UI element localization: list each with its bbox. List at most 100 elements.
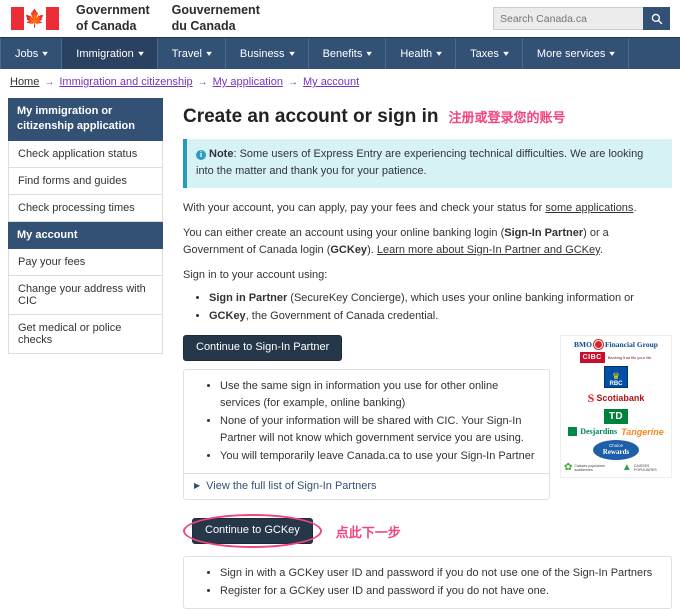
breadcrumb-item-home[interactable]: Home	[10, 76, 39, 88]
learn-more-link[interactable]: Learn more about Sign-In Partner and GCK…	[377, 244, 600, 256]
cibc-logo: CIBC Banking that fits your life.	[564, 351, 668, 363]
nav-item-label: Jobs	[15, 47, 39, 60]
nav-item-taxes[interactable]: Taxes ▾	[456, 38, 523, 69]
sidebar-item-change-your-address[interactable]: Change your address with CIC	[8, 276, 163, 316]
breadcrumb-item-my-application[interactable]: My application	[213, 76, 283, 88]
continue-to-gckey-button[interactable]: Continue to GCKey	[192, 518, 313, 545]
canada-flag-icon: 🍁	[10, 6, 60, 31]
intro-paragraph-1: With your account, you can apply, pay yo…	[183, 200, 672, 217]
nav-item-travel[interactable]: Travel ▾	[158, 38, 226, 69]
page-body: My immigration or citizenship applicatio…	[0, 94, 680, 609]
main-navigation: Jobs ▾ Immigration ▾ Travel ▾ Business ▾…	[0, 37, 680, 69]
chevron-down-icon: ▾	[42, 48, 49, 58]
triangle-right-icon: ▶	[194, 481, 201, 491]
caisses-populaires-acadiennes-logo: ✿ Caisses populaires acadiennes	[564, 462, 618, 473]
credit-unions-row: ✿ Caisses populaires acadiennes ▲ CAISSE…	[564, 461, 668, 473]
nav-item-immigration[interactable]: Immigration ▾	[62, 38, 158, 69]
tangerine-logo: Tangerine	[621, 426, 664, 437]
canada-populaires-logo: ▲ CAISSES POPULAIRES	[621, 461, 668, 473]
option-text: , the Government of Canada credential.	[245, 309, 439, 322]
rewards-text: Rewards	[602, 448, 630, 457]
gckey-annotation: 点此下一步	[335, 524, 401, 540]
gckey-bold: GCKey	[330, 243, 368, 256]
scotiabank-text: Scotiabank	[596, 393, 645, 404]
sidebar-item-pay-your-fees[interactable]: Pay your fees	[8, 249, 163, 277]
chevron-down-icon: ▾	[503, 48, 509, 58]
arrow-right-icon: →	[287, 76, 298, 88]
sign-in-partner-section: Continue to Sign-In Partner Use the same…	[183, 334, 672, 501]
sidebar-item-check-application-status[interactable]: Check application status	[8, 140, 163, 168]
breadcrumb-item-my-account[interactable]: My account	[303, 76, 359, 88]
sidebar-item-check-processing-times[interactable]: Check processing times	[8, 194, 163, 222]
nav-item-benefits[interactable]: Benefits ▾	[309, 38, 387, 69]
list-item: Register for a GCKey user ID and passwor…	[220, 583, 661, 600]
view-full-list-of-partners-expander[interactable]: ▶ View the full list of Sign-In Partners	[184, 473, 549, 499]
sign-in-partner-bold: Sign-In Partner	[504, 227, 584, 240]
sidebar-item-get-medical-or-police-checks[interactable]: Get medical or police checks	[8, 315, 163, 355]
main-content: Create an account or sign in 注册或登录您的账号 i…	[163, 94, 672, 609]
nav-item-label: Business	[239, 47, 285, 60]
expander-label: View the full list of Sign-In Partners	[206, 480, 377, 493]
acadiennes-text: Caisses populaires acadiennes	[574, 463, 605, 472]
rbc-lion-icon: ♛	[611, 370, 621, 381]
triangle-icon: ▲	[621, 461, 632, 473]
gckey-panel: Sign in with a GCKey user ID and passwor…	[183, 556, 672, 609]
nav-item-health[interactable]: Health ▾	[386, 38, 457, 69]
sidebar: My immigration or citizenship applicatio…	[8, 94, 163, 609]
nav-item-business[interactable]: Business ▾	[226, 38, 309, 69]
page-title: Create an account or sign in 注册或登录您的账号	[183, 106, 672, 129]
chevron-down-icon: ▾	[366, 48, 373, 58]
option-text: (SecureKey Concierge), which uses your o…	[287, 291, 634, 304]
note-label: Note	[209, 147, 234, 160]
scotiabank-logo: S Scotiabank	[564, 391, 668, 406]
gckey-section: Continue to GCKey 点此下一步 Sign in with a G…	[183, 514, 672, 609]
nav-item-more-services[interactable]: More services ▾	[523, 38, 630, 69]
gckey-button-row: Continue to GCKey 点此下一步	[183, 514, 672, 549]
list-item: Sign in Partner (SecureKey Concierge), w…	[209, 290, 672, 307]
sidebar-heading-my-account: My account	[8, 221, 163, 250]
search-input[interactable]	[493, 7, 643, 30]
nav-item-jobs[interactable]: Jobs ▾	[0, 38, 63, 69]
gckey-bullets: Sign in with a GCKey user ID and passwor…	[194, 565, 661, 600]
intro-paragraph-2-post: ).	[367, 243, 377, 256]
chevron-down-icon: ▾	[436, 48, 442, 58]
sidebar-item-find-forms-and-guides[interactable]: Find forms and guides	[8, 167, 163, 195]
continue-to-sign-in-partner-button[interactable]: Continue to Sign-In Partner	[183, 334, 343, 361]
rbc-logo: ♛ RBC	[564, 365, 668, 388]
list-item: Use the same sign in information you use…	[220, 378, 539, 412]
sidebar-heading-my-application: My immigration or citizenship applicatio…	[8, 98, 163, 141]
gckey-highlight-annotation: Continue to GCKey	[183, 514, 322, 549]
wordmark-en-line2: of Canada	[76, 18, 137, 33]
nav-item-label: Health	[400, 47, 433, 60]
wordmark-en-line1: Government	[76, 2, 150, 17]
breadcrumb: Home → Immigration and citizenship → My …	[0, 69, 680, 94]
intro-paragraph-2-pre: You can either create an account using y…	[183, 227, 505, 240]
option-bold: Sign in Partner	[209, 291, 288, 304]
intro-paragraph-2: You can either create an account using y…	[183, 225, 672, 258]
search-icon[interactable]	[643, 7, 670, 30]
info-circle-icon: i	[196, 149, 206, 160]
some-applications-link[interactable]: some applications	[545, 202, 633, 214]
list-item: GCKey, the Government of Canada credenti…	[209, 308, 672, 325]
cibc-text: CIBC	[579, 351, 605, 363]
td-logo: TD	[564, 408, 668, 424]
nav-item-label: Benefits	[322, 47, 363, 60]
nav-item-label: Travel	[171, 47, 202, 60]
bank-partner-logos: BMO Financial Group CIBC Banking that fi…	[560, 334, 672, 478]
wordmark: Government of Canada Gouvernement du Can…	[76, 3, 260, 34]
breadcrumb-item-immigration-and-citizenship[interactable]: Immigration and citizenship	[59, 76, 192, 88]
sign-in-partner-column: Continue to Sign-In Partner Use the same…	[183, 334, 550, 501]
note-text: : Some users of Express Entry are experi…	[196, 147, 644, 177]
rbc-text: RBC	[605, 380, 627, 387]
sign-in-partner-panel: Use the same sign in information you use…	[183, 368, 550, 501]
desjardins-mark-icon	[568, 427, 578, 437]
cibc-tagline: Banking that fits your life.	[607, 354, 653, 360]
desjardins-tangerine-row: Desjardins Tangerine	[564, 427, 668, 437]
page-title-text: Create an account or sign in	[183, 106, 439, 127]
populaires-text: CAISSES POPULAIRES	[633, 463, 657, 472]
list-item: Sign in with a GCKey user ID and passwor…	[220, 565, 661, 582]
choice-rewards-logo: Choice Rewards	[564, 439, 668, 460]
list-item: None of your information will be shared …	[220, 413, 539, 447]
td-text: TD	[603, 408, 629, 424]
desjardins-logo: Desjardins	[568, 427, 617, 437]
